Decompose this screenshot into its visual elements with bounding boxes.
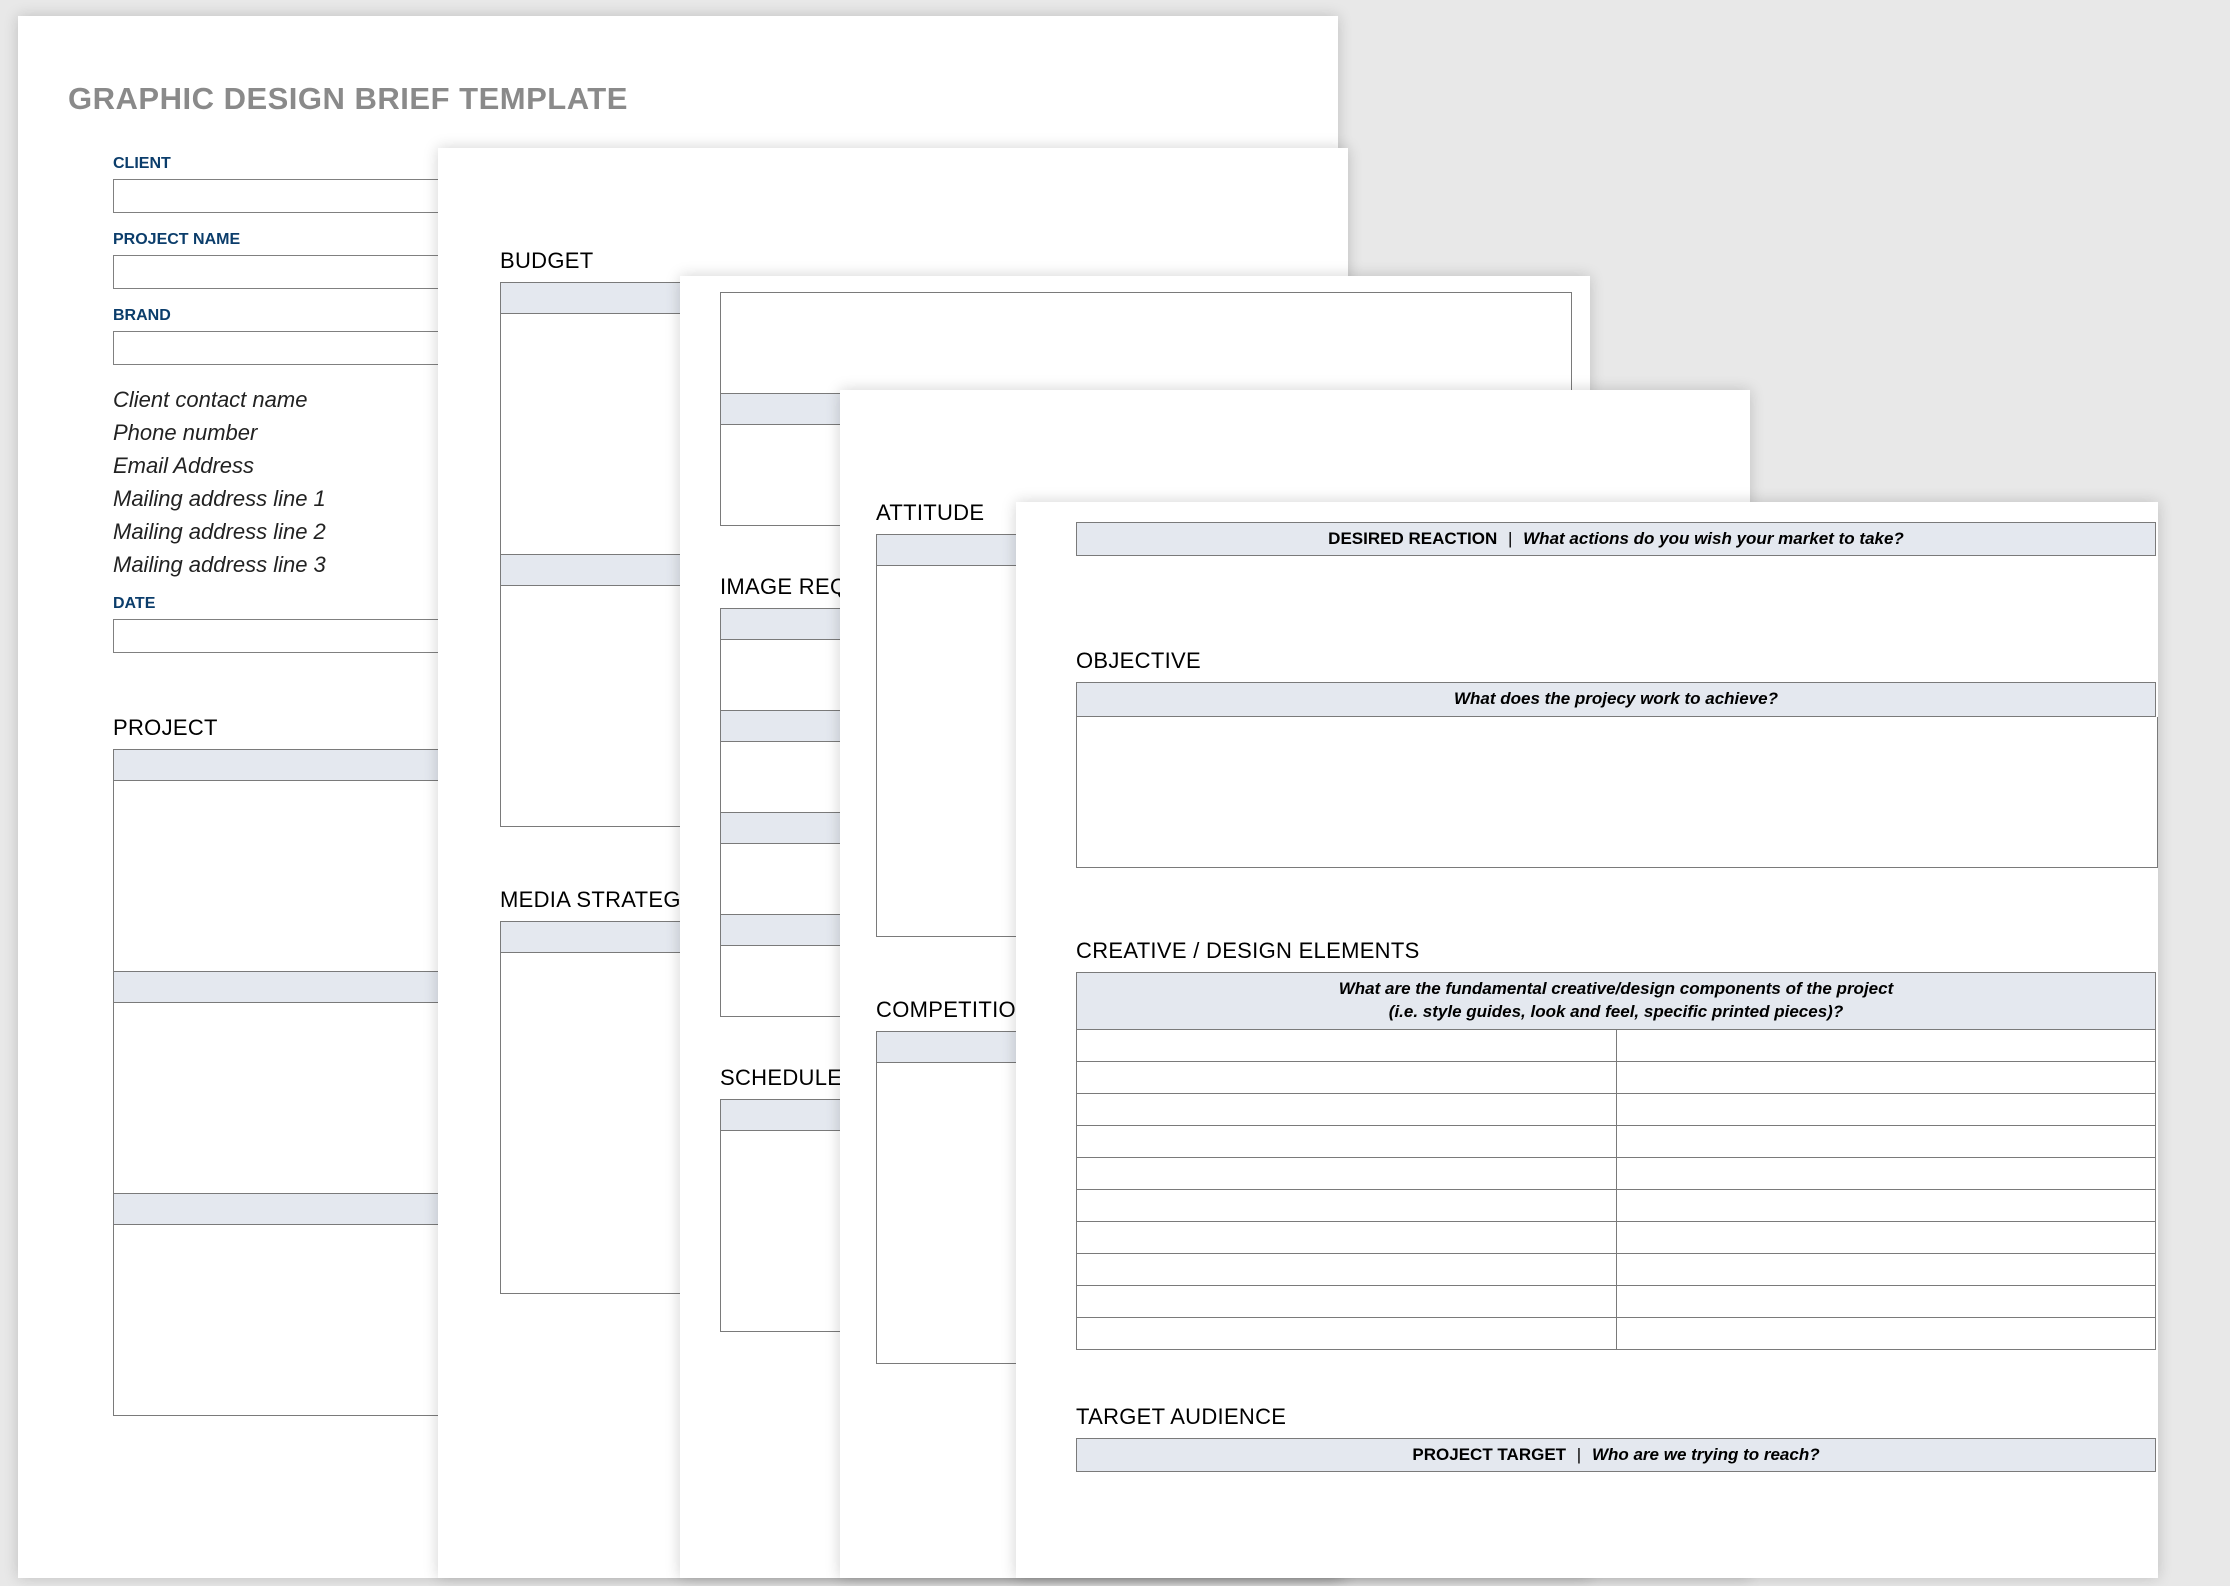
creative-cell[interactable]: [1616, 1189, 2156, 1221]
client-input[interactable]: [113, 179, 455, 213]
page-5: DESIRED REACTION | What actions do you w…: [1016, 502, 2158, 1578]
document-title: GRAPHIC DESIGN BRIEF TEMPLATE: [68, 81, 1338, 117]
creative-cell[interactable]: [1616, 1157, 2156, 1189]
project-box-3[interactable]: [113, 1225, 455, 1416]
date-input[interactable]: [113, 619, 455, 653]
creative-cell[interactable]: [1616, 1317, 2156, 1349]
creative-cell[interactable]: [1077, 1317, 1617, 1349]
creative-elements-section: CREATIVE / DESIGN ELEMENTS What are the …: [1076, 938, 2156, 1350]
creative-cell[interactable]: [1077, 1030, 1617, 1062]
creative-grid: [1076, 1030, 2156, 1350]
desired-reaction-bar: DESIRED REACTION | What actions do you w…: [1076, 522, 2156, 556]
creative-cell[interactable]: [1077, 1125, 1617, 1157]
creative-cell[interactable]: [1077, 1285, 1617, 1317]
brand-input[interactable]: [113, 331, 455, 365]
project-box-2[interactable]: [113, 1003, 455, 1194]
project-target-desc: Who are we trying to reach?: [1592, 1445, 1820, 1464]
creative-cell[interactable]: [1616, 1061, 2156, 1093]
creative-cell[interactable]: [1616, 1253, 2156, 1285]
creative-cell[interactable]: [1616, 1285, 2156, 1317]
target-audience-heading: TARGET AUDIENCE: [1076, 1404, 2156, 1430]
target-audience-section: TARGET AUDIENCE PROJECT TARGET | Who are…: [1076, 1404, 2156, 1472]
creative-cell[interactable]: [1077, 1221, 1617, 1253]
creative-cell[interactable]: [1616, 1125, 2156, 1157]
creative-cell[interactable]: [1616, 1030, 2156, 1062]
creative-cell[interactable]: [1077, 1189, 1617, 1221]
project-target-lead: PROJECT TARGET: [1412, 1445, 1566, 1464]
creative-cell[interactable]: [1077, 1157, 1617, 1189]
creative-cell[interactable]: [1077, 1253, 1617, 1285]
creative-cell[interactable]: [1077, 1061, 1617, 1093]
project-bar-2: [113, 972, 455, 1003]
desired-reaction-lead: DESIRED REACTION: [1328, 529, 1497, 548]
project-target-bar: PROJECT TARGET | Who are we trying to re…: [1076, 1438, 2156, 1472]
objective-heading: OBJECTIVE: [1076, 648, 2156, 674]
p3-box-a[interactable]: [720, 292, 1572, 394]
creative-cell[interactable]: [1616, 1221, 2156, 1253]
objective-box[interactable]: [1076, 717, 2158, 868]
objective-prompt: What does the projecy work to achieve?: [1076, 682, 2156, 717]
desired-reaction-section: DESIRED REACTION | What actions do you w…: [1076, 522, 2156, 556]
creative-prompt-line2: (i.e. style guides, look and feel, speci…: [1389, 1002, 1843, 1021]
creative-cell[interactable]: [1616, 1093, 2156, 1125]
creative-prompt: What are the fundamental creative/design…: [1076, 972, 2156, 1030]
project-bar-3: [113, 1194, 455, 1225]
sep-1: |: [1502, 529, 1518, 548]
project-box-1[interactable]: [113, 781, 455, 972]
project-bar-1: [113, 749, 455, 781]
creative-cell[interactable]: [1077, 1093, 1617, 1125]
objective-section: OBJECTIVE What does the projecy work to …: [1076, 648, 2156, 868]
budget-heading: BUDGET: [500, 248, 1340, 274]
creative-heading: CREATIVE / DESIGN ELEMENTS: [1076, 938, 2156, 964]
sep-2: |: [1571, 1445, 1587, 1464]
creative-prompt-line1: What are the fundamental creative/design…: [1339, 979, 1893, 998]
project-name-input[interactable]: [113, 255, 455, 289]
desired-reaction-desc: What actions do you wish your market to …: [1523, 529, 1904, 548]
